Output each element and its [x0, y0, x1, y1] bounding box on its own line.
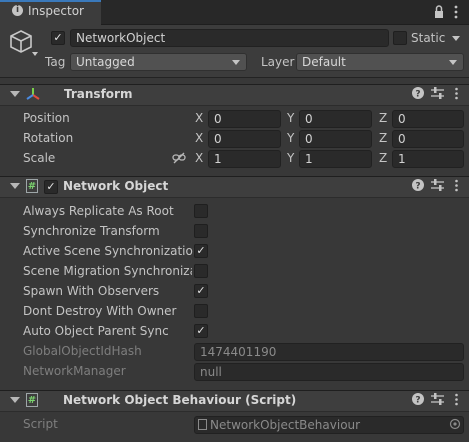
auto-object-parent-sync-label: Auto Object Parent Sync	[23, 324, 169, 338]
axis-y-label[interactable]: Y	[287, 131, 294, 145]
object-name-field[interactable]: NetworkObject	[70, 29, 389, 47]
transform-axes-icon	[25, 86, 41, 102]
chevron-down-icon	[232, 60, 240, 65]
axis-z-label[interactable]: Z	[379, 131, 387, 145]
foldout-arrow-icon[interactable]	[10, 183, 20, 189]
script-field: NetworkObjectBehaviour	[194, 416, 464, 434]
active-checkbox[interactable]: ✓	[51, 31, 65, 45]
global-object-id-hash-label: GlobalObjectIdHash	[23, 344, 142, 358]
scene-migration-synchronization-label: Scene Migration Synchronizat	[23, 264, 192, 278]
scale-y-field[interactable]: 1	[299, 150, 372, 168]
kebab-menu-icon[interactable]	[452, 4, 460, 20]
static-dropdown-arrow-icon[interactable]	[452, 36, 460, 41]
constrain-proportions-link-icon[interactable]	[172, 152, 186, 164]
kebab-menu-icon[interactable]	[454, 179, 459, 195]
rotation-x-field[interactable]: 0	[208, 130, 281, 148]
transform-title: Transform	[64, 87, 133, 101]
spawn-with-observers-label: Spawn With Observers	[23, 284, 160, 298]
network-manager-label: NetworkManager	[23, 364, 126, 378]
dont-destroy-with-owner-label: Dont Destroy With Owner	[23, 304, 177, 318]
kebab-menu-icon[interactable]	[454, 393, 459, 409]
help-icon[interactable]: ?	[412, 179, 424, 194]
scale-z-field[interactable]: 1	[392, 150, 464, 168]
axis-x-label[interactable]: X	[195, 131, 203, 145]
csharp-script-icon: #	[26, 393, 38, 407]
tag-label: Tag	[45, 55, 66, 69]
info-icon: i	[12, 5, 23, 16]
network-object-enabled-checkbox[interactable]: ✓	[44, 180, 58, 194]
scale-label: Scale	[23, 151, 56, 165]
rotation-y-field[interactable]: 0	[299, 130, 372, 148]
axis-x-label[interactable]: X	[195, 111, 203, 125]
active-scene-synchronization-checkbox[interactable]: ✓	[194, 244, 208, 258]
axis-z-label[interactable]: Z	[379, 111, 387, 125]
position-x-field[interactable]: 0	[208, 110, 281, 128]
tab-inspector-label: Inspector	[28, 4, 84, 18]
svg-text:?: ?	[415, 182, 420, 192]
chevron-down-icon	[449, 60, 457, 65]
static-checkbox[interactable]	[393, 31, 407, 45]
rotation-label: Rotation	[23, 131, 74, 145]
preset-sliders-icon[interactable]	[431, 393, 444, 408]
svg-text:?: ?	[415, 90, 420, 100]
script-label: Script	[23, 417, 58, 431]
network-manager-field: null	[194, 363, 464, 381]
synchronize-transform-label: Synchronize Transform	[23, 224, 160, 238]
object-picker-target-icon[interactable]	[449, 418, 461, 430]
svg-text:?: ?	[415, 396, 420, 406]
gameobject-cube-icon[interactable]	[9, 29, 39, 59]
layer-dropdown[interactable]: Default	[296, 53, 464, 71]
axis-y-label[interactable]: Y	[287, 111, 294, 125]
script-file-icon	[198, 419, 207, 430]
help-icon[interactable]: ?	[412, 393, 424, 408]
rotation-z-field[interactable]: 0	[392, 130, 464, 148]
preset-sliders-icon[interactable]	[431, 87, 444, 102]
foldout-arrow-icon[interactable]	[10, 91, 20, 97]
lock-icon[interactable]	[432, 4, 446, 20]
axis-y-label[interactable]: Y	[287, 151, 294, 165]
tag-dropdown[interactable]: Untagged	[70, 53, 247, 71]
position-z-field[interactable]: 0	[392, 110, 464, 128]
tag-value: Untagged	[76, 55, 135, 69]
scale-x-field[interactable]: 1	[208, 150, 281, 168]
axis-x-label[interactable]: X	[195, 151, 203, 165]
layer-label: Layer	[261, 55, 295, 69]
dont-destroy-with-owner-checkbox[interactable]	[194, 304, 208, 318]
synchronize-transform-checkbox[interactable]	[194, 224, 208, 238]
kebab-menu-icon[interactable]	[454, 87, 459, 103]
layer-value: Default	[302, 55, 346, 69]
scene-migration-synchronization-checkbox[interactable]	[194, 264, 208, 278]
active-scene-synchronization-label: Active Scene Synchronization	[23, 244, 201, 258]
always-replicate-as-root-checkbox[interactable]	[194, 204, 208, 218]
foldout-arrow-icon[interactable]	[10, 397, 20, 403]
axis-z-label[interactable]: Z	[379, 151, 387, 165]
script-value: NetworkObjectBehaviour	[210, 418, 361, 432]
preset-sliders-icon[interactable]	[431, 179, 444, 194]
help-icon[interactable]: ?	[412, 87, 424, 102]
always-replicate-as-root-label: Always Replicate As Root	[23, 204, 174, 218]
static-label: Static	[411, 31, 446, 45]
position-label: Position	[23, 111, 70, 125]
network-object-behaviour-title: Network Object Behaviour (Script)	[63, 393, 297, 407]
position-y-field[interactable]: 0	[299, 110, 372, 128]
spawn-with-observers-checkbox[interactable]: ✓	[194, 284, 208, 298]
auto-object-parent-sync-checkbox[interactable]: ✓	[194, 324, 208, 338]
csharp-script-icon: #	[26, 179, 38, 193]
global-object-id-hash-field: 1474401190	[194, 343, 464, 361]
network-object-title: Network Object	[63, 179, 169, 193]
